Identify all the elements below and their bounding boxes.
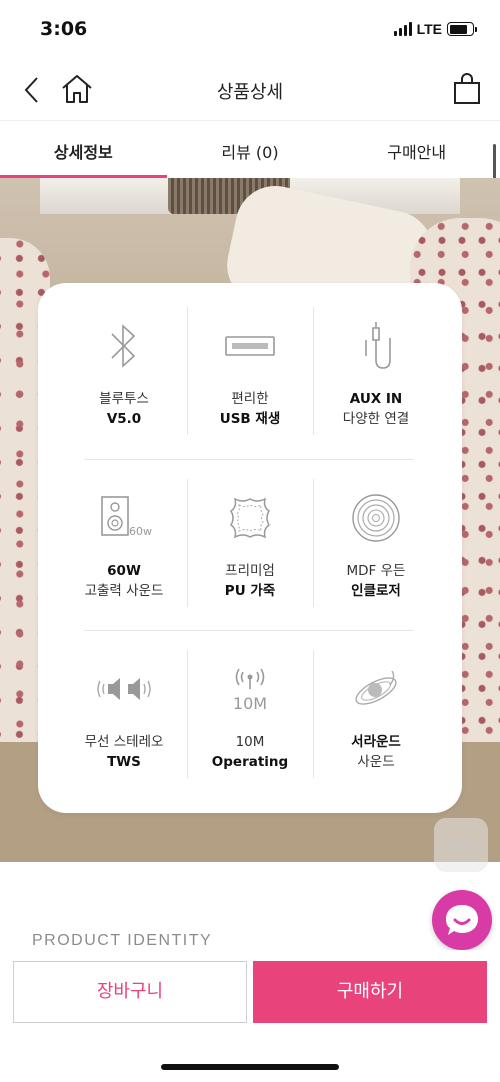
divider [84, 459, 414, 460]
feature-mdf: MDF 우든 인클로저 [313, 479, 439, 607]
speaker-60w-icon: 60w [61, 479, 187, 557]
antenna-10m-icon: 10M [187, 650, 313, 728]
feature-aux: AUX IN 다양한 연결 [313, 307, 439, 435]
battery-level [449, 24, 467, 34]
signal-icon [393, 22, 412, 36]
section-heading: PRODUCT IDENTITY [32, 932, 213, 948]
feature-usb: 편리한 USB 재생 [187, 307, 313, 435]
chat-button[interactable] [432, 890, 492, 950]
feature-tws: 무선 스테레오 TWS [61, 650, 187, 772]
chat-bubble-icon [446, 905, 478, 935]
buy-now-button[interactable]: 구매하기 [253, 961, 487, 1023]
network-label: LTE [416, 21, 442, 37]
product-tabs: 상세정보 리뷰 (0) 구매안내 [0, 120, 500, 178]
battery-icon [447, 22, 477, 36]
wood-rings-icon [313, 479, 439, 557]
feature-leather: 프리미엄 PU 가죽 [187, 479, 313, 607]
feature-row: 블루투스 V5.0 편리한 USB 재생 AUX IN 다양한 연결 [38, 307, 462, 435]
surround-icon [313, 650, 439, 728]
cart-button[interactable] [452, 72, 482, 106]
scroll-to-top-button[interactable] [434, 818, 488, 872]
home-indicator [161, 1064, 339, 1070]
feature-row: 무선 스테레오 TWS 10M 10M Operating 서라운드 사운드 [38, 650, 462, 778]
feature-60w: 60w 60W 고출력 사운드 [61, 479, 187, 601]
svg-text:10M: 10M [233, 694, 267, 713]
tab-purchase-guide[interactable]: 구매안내 [333, 121, 500, 178]
wireless-stereo-icon [61, 650, 187, 728]
top-navigation: 상품상세 [0, 62, 500, 120]
tab-reviews[interactable]: 리뷰 (0) [167, 121, 334, 178]
leather-icon [187, 479, 313, 557]
divider [84, 630, 414, 631]
feature-card: 블루투스 V5.0 편리한 USB 재생 AUX IN 다양한 연결 60w 6… [38, 283, 462, 813]
aux-cable-icon [313, 307, 439, 385]
status-time: 3:06 [40, 18, 88, 40]
status-indicators: LTE [393, 21, 477, 37]
feature-range: 10M 10M Operating [187, 650, 313, 778]
page-title: 상품상세 [216, 82, 284, 103]
feature-row: 60w 60W 고출력 사운드 프리미엄 PU 가죽 MDF 우든 인클로저 [38, 479, 462, 607]
feature-bluetooth: 블루투스 V5.0 [61, 307, 187, 429]
tab-details[interactable]: 상세정보 [0, 121, 167, 178]
bottom-action-bar: 장바구니 구매하기 [0, 950, 500, 1082]
add-to-cart-button[interactable]: 장바구니 [13, 961, 247, 1023]
feature-surround: 서라운드 사운드 [313, 650, 439, 778]
usb-icon [187, 307, 313, 385]
shopping-bag-icon [454, 73, 480, 104]
chevron-up-icon [448, 838, 474, 852]
bluetooth-icon [61, 307, 187, 385]
svg-text:60w: 60w [129, 525, 152, 538]
status-bar: 3:06 LTE [0, 0, 500, 56]
